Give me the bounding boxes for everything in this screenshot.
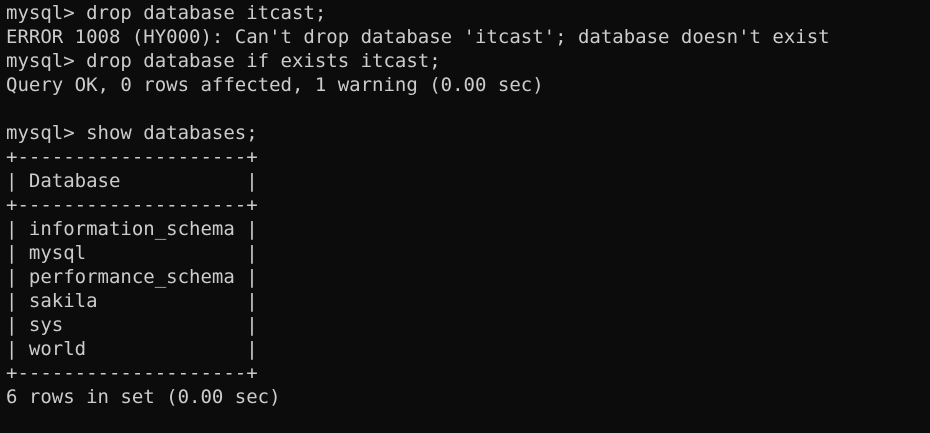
table-border-bottom: +--------------------+ bbox=[6, 362, 258, 384]
query-ok-message: Query OK, 0 rows affected, 1 warning (0.… bbox=[6, 74, 544, 96]
terminal-window[interactable]: mysql> drop database itcast; ERROR 1008 … bbox=[0, 0, 930, 433]
table-row: | sakila | bbox=[6, 290, 258, 312]
rows-in-set-message: 6 rows in set (0.00 sec) bbox=[6, 386, 281, 408]
table-row: | information_schema | bbox=[6, 218, 258, 240]
table-header-row: | Database | bbox=[6, 170, 258, 192]
table-border-header: +--------------------+ bbox=[6, 194, 258, 216]
command-line-drop-database: mysql> drop database itcast; bbox=[6, 2, 327, 24]
table-row: | performance_schema | bbox=[6, 266, 258, 288]
table-border-top: +--------------------+ bbox=[6, 146, 258, 168]
table-row: | world | bbox=[6, 338, 258, 360]
table-row: | mysql | bbox=[6, 242, 258, 264]
table-row: | sys | bbox=[6, 314, 258, 336]
command-line-drop-if-exists: mysql> drop database if exists itcast; bbox=[6, 50, 441, 72]
error-message: ERROR 1008 (HY000): Can't drop database … bbox=[6, 26, 830, 48]
command-line-show-databases: mysql> show databases; bbox=[6, 122, 258, 144]
